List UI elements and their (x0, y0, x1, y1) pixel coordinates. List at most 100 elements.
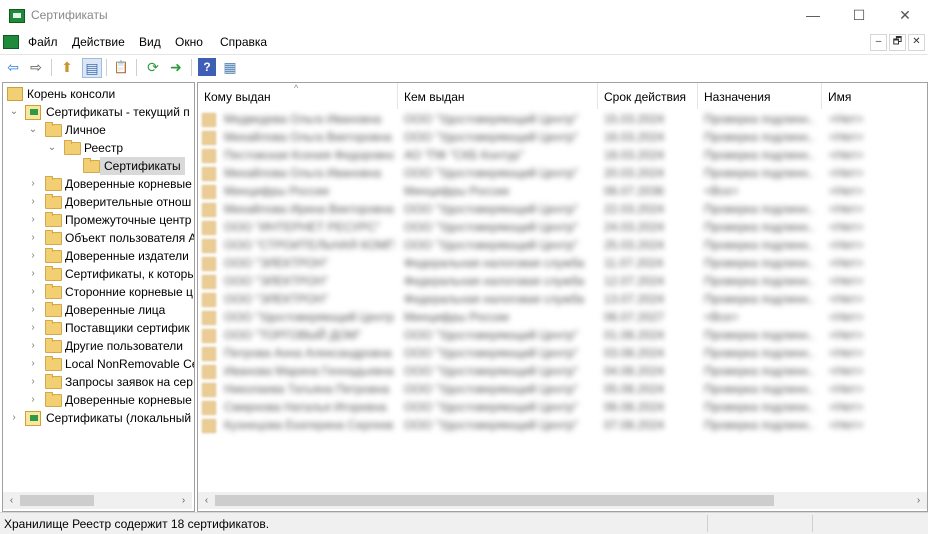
table-cell: ООО "Удостоверяющий Центр" (404, 400, 579, 414)
scroll-left-arrow[interactable]: ‹ (3, 492, 20, 509)
tree-item-local-computer[interactable]: › Сертификаты (локальный (3, 409, 192, 427)
table-row[interactable]: Петрова Анна Александровна ООО "Удостовер… (198, 344, 927, 362)
tree-item-console-root[interactable]: Корень консоли (3, 85, 192, 103)
tree-item-certificates[interactable]: Сертификаты (3, 157, 192, 175)
tree-item-store[interactable]: › Поставщики сертифик (3, 319, 192, 337)
tree-item-store[interactable]: › Доверенные издатели (3, 247, 192, 265)
chevron-right-icon[interactable]: › (28, 391, 38, 409)
table-row[interactable]: Михайлова Ольга Викторовна ООО "Удостовер… (198, 128, 927, 146)
table-row[interactable]: ООО "Удостоверяющий Центр" Минцифры Росси… (198, 308, 927, 326)
table-row[interactable]: Михайлова Ирина Викторовна ООО "Удостовер… (198, 200, 927, 218)
tree-item-personal[interactable]: ⌄ Личное (3, 121, 192, 139)
tree-item-label: Доверенные лица (65, 303, 166, 317)
table-row[interactable]: ООО "ЭЛЕКТРОН" Федеральная налоговая служ… (198, 272, 927, 290)
column-issued-to[interactable]: Кому выдан ^ (198, 83, 398, 109)
column-intended-purposes[interactable]: Назначения (698, 83, 822, 109)
mmc-view-icon[interactable]: ▦ (221, 58, 239, 76)
table-cell: <Нет> (829, 166, 864, 180)
chevron-right-icon[interactable]: › (28, 265, 38, 283)
console-tree-icon[interactable]: ▤ (82, 58, 102, 78)
table-cell: <Нет> (829, 130, 864, 144)
chevron-down-icon[interactable]: ⌄ (47, 139, 57, 157)
up-folder-icon[interactable]: ⬆ (58, 58, 76, 76)
menu-window[interactable]: Окно (175, 35, 203, 49)
table-cell: ООО "Удостоверяющий Центр" (404, 364, 579, 378)
tree-item-store[interactable]: › Другие пользователи (3, 337, 192, 355)
chevron-right-icon[interactable]: › (28, 355, 38, 373)
tree-item-store[interactable]: › Сертификаты, к которь (3, 265, 194, 283)
column-friendly-name[interactable]: Имя (822, 83, 927, 109)
table-row[interactable]: Кузнецова Екатерина Сергеевна ООО "Удосто… (198, 416, 927, 434)
chevron-right-icon[interactable]: › (28, 373, 38, 391)
help-icon[interactable]: ? (198, 58, 216, 76)
table-row[interactable]: Медведева Ольга Ивановна ООО "Удостоверяю… (198, 110, 927, 128)
chevron-down-icon[interactable]: ⌄ (9, 103, 19, 121)
refresh-icon[interactable]: ⟳ (144, 58, 162, 76)
chevron-down-icon[interactable]: ⌄ (28, 121, 38, 139)
properties-icon[interactable]: 📋 (112, 58, 130, 76)
export-list-icon[interactable]: ➜ (167, 58, 185, 76)
table-row[interactable]: Смирнова Наталья Игоревна ООО "Удостоверя… (198, 398, 927, 416)
table-row[interactable]: ООО "ТОРГОВЫЙ ДОМ" ООО "Удостоверяющий Це… (198, 326, 927, 344)
table-cell: <Нет> (829, 346, 864, 360)
child-close-button[interactable]: ✕ (908, 34, 925, 51)
chevron-right-icon[interactable]: › (28, 319, 38, 337)
tree-item-registry[interactable]: ⌄ Реестр (3, 139, 192, 157)
minimize-button[interactable]: — (790, 0, 836, 31)
folder-icon (45, 374, 62, 389)
tree-item-store[interactable]: › Доверительные отнош (3, 193, 192, 211)
chevron-right-icon[interactable]: › (9, 409, 19, 427)
chevron-right-icon[interactable]: › (28, 193, 38, 211)
table-cell: 07.08.2024 (604, 418, 665, 432)
back-arrow-icon[interactable]: ⇦ (4, 58, 22, 76)
column-issued-by[interactable]: Кем выдан (398, 83, 598, 109)
menu-help[interactable]: Справка (220, 35, 267, 49)
window-title: Сертификаты (31, 8, 108, 22)
forward-arrow-icon[interactable]: ⇨ (27, 58, 45, 76)
child-minimize-button[interactable]: – (870, 34, 887, 51)
scrollbar-thumb[interactable] (215, 495, 774, 506)
list-horizontal-scrollbar[interactable]: ‹ › (198, 492, 927, 509)
child-restore-button[interactable]: 🗗 (889, 34, 906, 51)
tree-item-store[interactable]: › Сторонние корневые ц (3, 283, 193, 301)
table-row[interactable]: Михайлова Ольга Ивановна ООО "Удостоверяю… (198, 164, 927, 182)
menu-view[interactable]: Вид (139, 35, 161, 49)
table-row[interactable]: Николаева Татьяна Петровна ООО "Удостовер… (198, 380, 927, 398)
tree-item-store[interactable]: › Промежуточные центр (3, 211, 192, 229)
chevron-right-icon[interactable]: › (28, 211, 38, 229)
mmc-system-menu-icon[interactable] (3, 35, 19, 49)
table-row[interactable]: Пестовская Ксения Федоровна АО "ПФ "СКБ К… (198, 146, 927, 164)
chevron-right-icon[interactable]: › (28, 283, 38, 301)
tree-item-store[interactable]: › Доверенные корневые (3, 175, 192, 193)
table-row[interactable]: Иванова Марина Геннадьевна ООО "Удостовер… (198, 362, 927, 380)
chevron-right-icon[interactable]: › (28, 229, 38, 247)
tree-item-store[interactable]: › Доверенные корневые (3, 391, 192, 409)
chevron-right-icon[interactable]: › (28, 337, 38, 355)
tree-item-store[interactable]: › Объект пользователя А (3, 229, 194, 247)
table-row[interactable]: ООО "СТРОИТЕЛЬНАЯ КОМПАНИЯ" ООО "Удостове… (198, 236, 927, 254)
menu-file[interactable]: Файл (28, 35, 58, 49)
tree-item-label: Сертификаты (локальный (46, 411, 192, 425)
table-cell: Проверка подлинн... (704, 364, 814, 378)
scrollbar-thumb[interactable] (20, 495, 94, 506)
chevron-right-icon[interactable]: › (28, 301, 38, 319)
menu-action[interactable]: Действие (72, 35, 125, 49)
maximize-button[interactable]: ☐ (836, 0, 882, 31)
table-row[interactable]: ООО "ЭЛЕКТРОН" Федеральная налоговая служ… (198, 290, 927, 308)
close-button[interactable]: ✕ (882, 0, 928, 31)
tree-item-store[interactable]: › Local NonRemovable Ce (3, 355, 194, 373)
tree-horizontal-scrollbar[interactable]: ‹ › (3, 492, 192, 509)
scroll-right-arrow[interactable]: › (175, 492, 192, 509)
scroll-right-arrow[interactable]: › (910, 492, 927, 509)
table-row[interactable]: ООО "ЭЛЕКТРОН" Федеральная налоговая служ… (198, 254, 927, 272)
chevron-right-icon[interactable]: › (28, 175, 38, 193)
table-row[interactable]: Минцифры России Минцифры России 06.07.2036… (198, 182, 927, 200)
column-expiration[interactable]: Срок действия (598, 83, 698, 109)
tree-item-store[interactable]: › Запросы заявок на сер (3, 373, 193, 391)
column-label: Кем выдан (404, 90, 465, 104)
chevron-right-icon[interactable]: › (28, 247, 38, 265)
table-row[interactable]: ООО "ИНТЕРНЕТ РЕСУРС" ООО "Удостоверяющий… (198, 218, 927, 236)
scroll-left-arrow[interactable]: ‹ (198, 492, 215, 509)
tree-item-store[interactable]: › Доверенные лица (3, 301, 192, 319)
tree-item-current-user[interactable]: ⌄ Сертификаты - текущий п (3, 103, 192, 121)
